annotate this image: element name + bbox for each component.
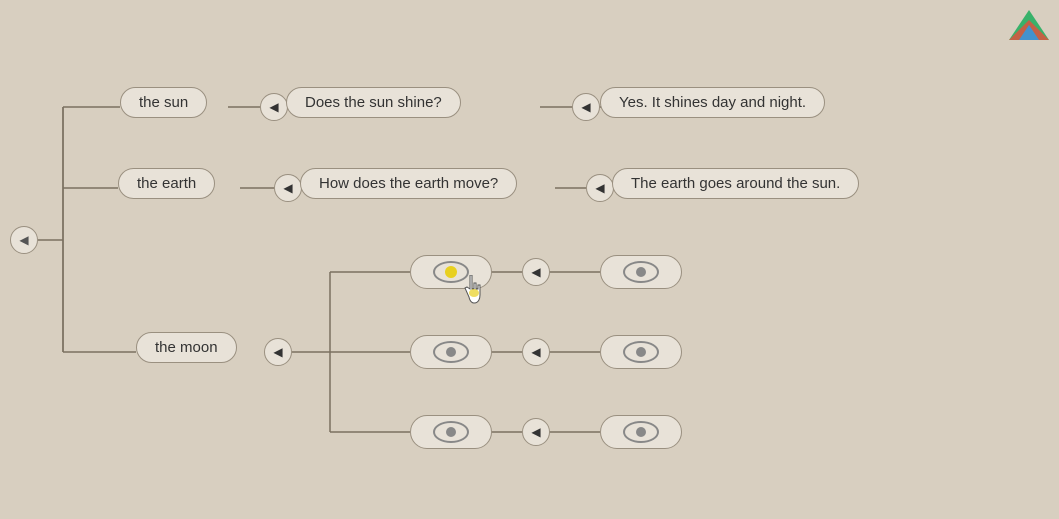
sun-q-arrow-node[interactable]: ◀ xyxy=(572,93,600,121)
eye-icon-2b xyxy=(623,341,659,363)
eye-arrow-2[interactable]: ◀ xyxy=(522,338,550,366)
logo xyxy=(1004,5,1054,45)
sun-question-label: Does the sun shine? xyxy=(305,94,442,111)
eye-node-2b[interactable] xyxy=(600,335,682,369)
sun-arrow-node[interactable]: ◀ xyxy=(260,93,288,121)
sun-node: the sun xyxy=(120,87,207,118)
eye-node-1b[interactable] xyxy=(600,255,682,289)
earth-question-node: How does the earth move? xyxy=(300,168,517,199)
earth-q-arrow-node[interactable]: ◀ xyxy=(586,174,614,202)
moon-arrow-node[interactable]: ◀ xyxy=(264,338,292,366)
moon-label: the moon xyxy=(155,339,218,356)
eye-arrow-icon-1: ◀ xyxy=(531,265,540,279)
earth-arrow-node[interactable]: ◀ xyxy=(274,174,302,202)
sun-label: the sun xyxy=(139,94,188,111)
sun-arrow-icon: ◀ xyxy=(269,100,278,114)
eye-icon-2 xyxy=(433,341,469,363)
eye-node-3[interactable] xyxy=(410,415,492,449)
earth-node: the earth xyxy=(118,168,215,199)
eye-icon-3 xyxy=(433,421,469,443)
earth-arrow-icon: ◀ xyxy=(283,181,292,195)
eye-node-3b[interactable] xyxy=(600,415,682,449)
earth-question-label: How does the earth move? xyxy=(319,175,498,192)
root-arrow-icon: ◀ xyxy=(19,233,28,247)
sun-answer-label: Yes. It shines day and night. xyxy=(619,94,806,111)
eye-arrow-3[interactable]: ◀ xyxy=(522,418,550,446)
eye-arrow-icon-2: ◀ xyxy=(531,345,540,359)
earth-q-arrow-icon: ◀ xyxy=(595,181,604,195)
eye-arrow-icon-3: ◀ xyxy=(531,425,540,439)
eye-arrow-1[interactable]: ◀ xyxy=(522,258,550,286)
eye-node-1[interactable] xyxy=(410,255,492,289)
eye-icon-1 xyxy=(433,261,469,283)
earth-answer-node: The earth goes around the sun. xyxy=(612,168,859,199)
earth-answer-label: The earth goes around the sun. xyxy=(631,175,840,192)
sun-question-node: Does the sun shine? xyxy=(286,87,461,118)
eye-icon-3b xyxy=(623,421,659,443)
sun-answer-node: Yes. It shines day and night. xyxy=(600,87,825,118)
moon-node: the moon xyxy=(136,332,237,363)
moon-arrow-icon: ◀ xyxy=(273,345,282,359)
root-arrow-node[interactable]: ◀ xyxy=(10,226,38,254)
sun-q-arrow-icon: ◀ xyxy=(581,100,590,114)
eye-icon-1b xyxy=(623,261,659,283)
eye-node-2[interactable] xyxy=(410,335,492,369)
earth-label: the earth xyxy=(137,175,196,192)
